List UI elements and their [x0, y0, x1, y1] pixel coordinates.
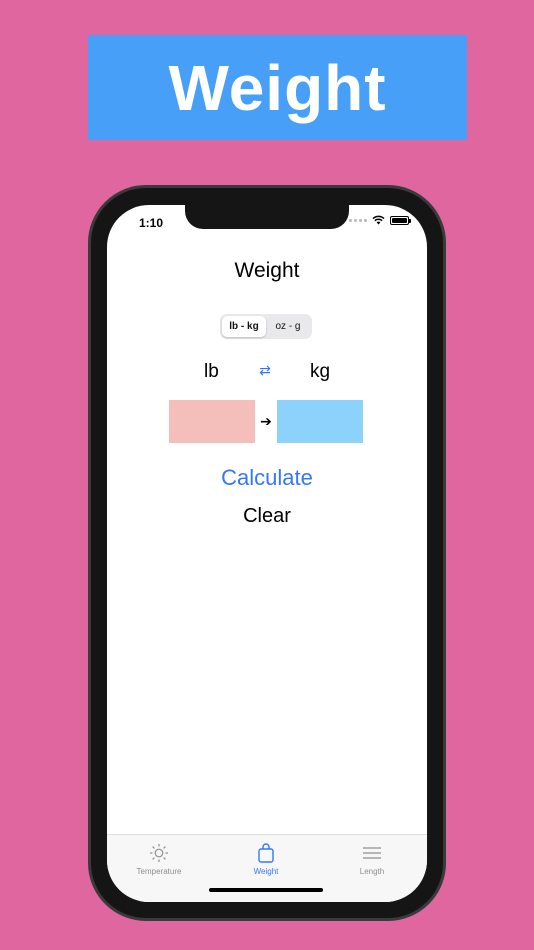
sun-icon [148, 842, 170, 864]
lines-icon [361, 842, 383, 864]
tab-label-temperature: Temperature [136, 867, 182, 876]
tab-label-weight: Weight [253, 867, 279, 876]
tab-weight[interactable]: Weight [221, 842, 311, 876]
calculate-button[interactable]: Calculate [107, 465, 427, 491]
home-indicator[interactable] [209, 888, 323, 892]
result-output [277, 400, 363, 443]
wifi-icon [372, 215, 385, 225]
page-title: Weight [234, 259, 300, 282]
bag-icon [255, 842, 277, 864]
status-indicators [349, 215, 411, 225]
tab-length[interactable]: Length [327, 842, 417, 876]
weight-input[interactable] [169, 400, 255, 443]
tab-temperature[interactable]: Temperature [114, 842, 204, 876]
from-unit-label: lb [204, 361, 219, 382]
banner: Weight [88, 35, 467, 140]
clear-button[interactable]: Clear [107, 505, 427, 528]
tab-label-length: Length [359, 867, 385, 876]
swap-icon[interactable]: ⇄ [257, 362, 273, 378]
status-time: 1:10 [139, 216, 164, 230]
tab-bar: Temperature Weight Length [107, 834, 427, 902]
segment-lb-kg[interactable]: lb - kg [222, 316, 266, 337]
to-unit-label: kg [310, 361, 331, 382]
banner-title: Weight [168, 51, 387, 124]
phone-screen: 1:10 Weight lb - kg oz - g lb ⇄ kg ➔ Cal… [107, 205, 427, 902]
cellular-signal-icon [349, 218, 367, 222]
notch [185, 205, 349, 229]
segment-oz-g[interactable]: oz - g [266, 316, 310, 337]
arrow-right-icon: ➔ [260, 413, 272, 429]
battery-icon [390, 215, 411, 225]
conversion-segmented-control[interactable]: lb - kg oz - g [220, 314, 312, 339]
